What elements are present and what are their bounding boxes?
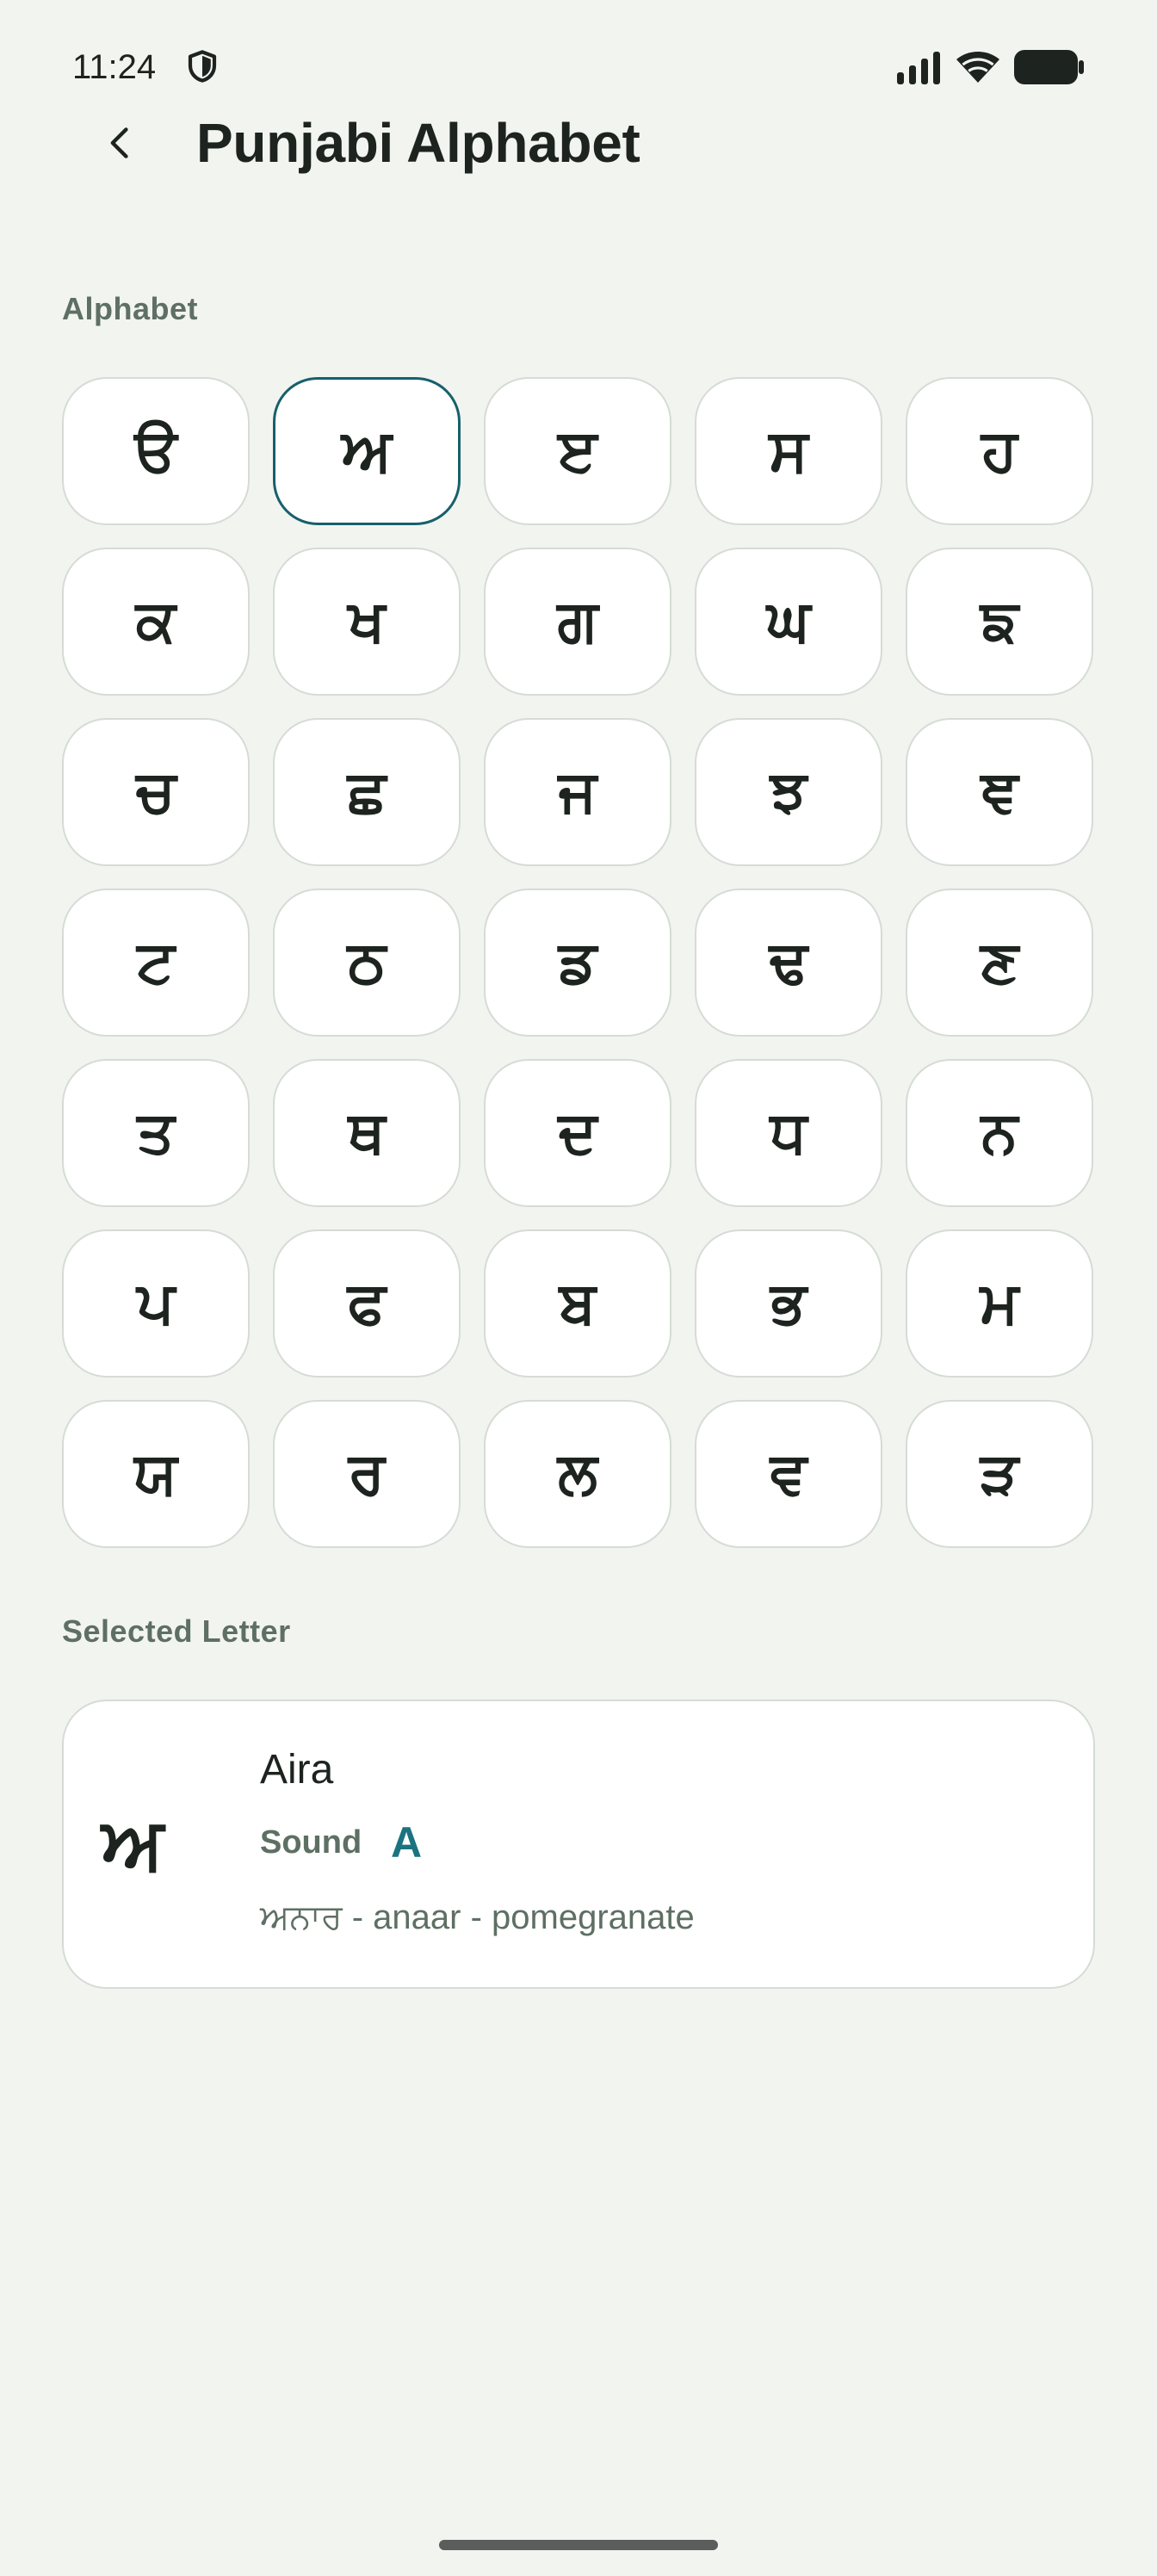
letter-tile[interactable]: ਗ — [484, 548, 671, 696]
alphabet-section-label: Alphabet — [62, 291, 199, 326]
letter-tile[interactable]: ਹ — [906, 377, 1093, 525]
status-time: 11:24 — [72, 48, 157, 86]
letter-tile[interactable]: ਮ — [906, 1229, 1093, 1378]
signal-icon — [897, 52, 940, 84]
letter-tile[interactable]: ਟ — [62, 889, 250, 1037]
letter-tile[interactable]: ਙ — [906, 548, 1093, 696]
letter-tile[interactable]: ਬ — [484, 1229, 671, 1378]
shield-icon — [188, 50, 217, 83]
letter-tile[interactable]: ਕ — [62, 548, 250, 696]
letter-tile[interactable]: ਵ — [695, 1400, 882, 1548]
letter-tile[interactable]: ਛ — [273, 718, 461, 866]
back-button[interactable] — [79, 102, 162, 184]
letter-tile[interactable]: ਲ — [484, 1400, 671, 1548]
letter-tile[interactable]: ਜ — [484, 718, 671, 866]
letter-tile[interactable]: ਚ — [62, 718, 250, 866]
letter-tile[interactable]: ਝ — [695, 718, 882, 866]
letter-tile[interactable]: ਸ — [695, 377, 882, 525]
letter-tile[interactable]: ਘ — [695, 548, 882, 696]
letter-tile[interactable]: ੜ — [906, 1400, 1093, 1548]
letter-tile[interactable]: ਦ — [484, 1059, 671, 1207]
selected-letter-card: ਅ Aira Sound A ਅਨਾਰ - anaar - pomegranat… — [62, 1700, 1095, 1989]
wifi-icon — [956, 52, 999, 83]
letter-tile[interactable]: ਢ — [695, 889, 882, 1037]
letter-tile[interactable]: ਣ — [906, 889, 1093, 1037]
sound-label: Sound — [260, 1824, 362, 1861]
letter-tile[interactable]: ੳ — [62, 377, 250, 525]
letter-grid: ੳਅੲਸਹ ਕਖਗਘਙ ਚਛਜਝਞ ਟਠਡਢਣ ਤਥਦਧਨ ਪਫਬਭਮ ਯਰਲਵੜ — [62, 377, 1095, 1548]
letter-tile[interactable]: ਰ — [273, 1400, 461, 1548]
letter-tile[interactable]: ਧ — [695, 1059, 882, 1207]
letter-tile[interactable]: ੲ — [484, 377, 671, 525]
back-arrow-icon — [110, 127, 128, 158]
home-indicator[interactable] — [439, 2540, 718, 2550]
letter-tile[interactable]: ਨ — [906, 1059, 1093, 1207]
letter-tile[interactable]: ਤ — [62, 1059, 250, 1207]
letter-tile[interactable]: ਫ — [273, 1229, 461, 1378]
selected-letter-name: Aira — [260, 1747, 334, 1793]
letter-tile[interactable]: ਠ — [273, 889, 461, 1037]
page-title: Punjabi Alphabet — [196, 112, 640, 174]
letter-tile[interactable]: ਅ — [273, 377, 461, 525]
letter-tile[interactable]: ਪ — [62, 1229, 250, 1378]
letter-tile[interactable]: ਞ — [906, 718, 1093, 866]
letter-tile[interactable]: ਥ — [273, 1059, 461, 1207]
app-bar: Punjabi Alphabet — [0, 95, 1157, 198]
example-word: ਅਨਾਰ - anaar - pomegranate — [260, 1898, 695, 1936]
sound-value: A — [391, 1818, 423, 1867]
letter-tile[interactable]: ਯ — [62, 1400, 250, 1548]
letter-tile[interactable]: ਡ — [484, 889, 671, 1037]
selected-letter-glyph: ਅ — [102, 1801, 164, 1886]
letter-tile[interactable]: ਭ — [695, 1229, 882, 1378]
selected-letter-section-label: Selected Letter — [62, 1613, 291, 1649]
letter-tile[interactable]: ਖ — [273, 548, 461, 696]
battery-icon — [1014, 50, 1084, 84]
